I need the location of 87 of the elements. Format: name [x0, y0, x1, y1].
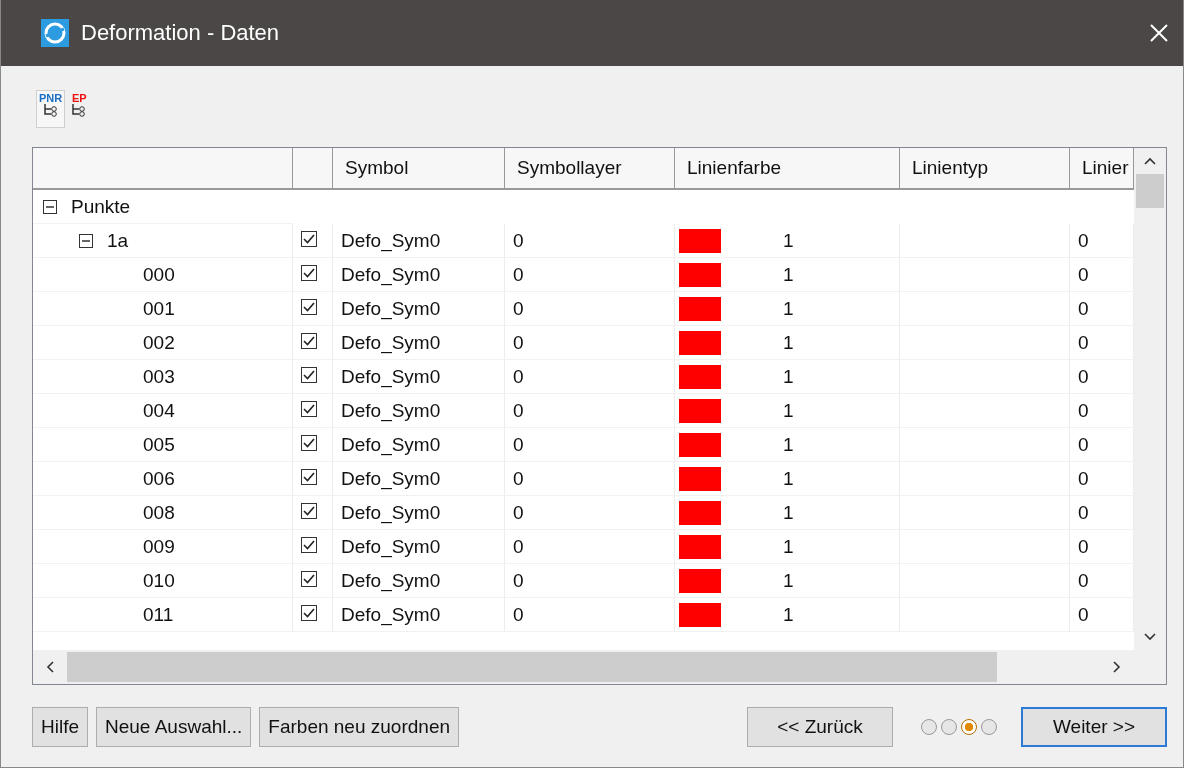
collapse-icon[interactable]	[43, 199, 57, 214]
table-cell: Defo_Sym0	[341, 331, 441, 354]
table-cell: 0	[513, 569, 524, 592]
tree-item[interactable]: 009	[143, 535, 175, 558]
back-button[interactable]: << Zurück	[747, 707, 893, 747]
app-logo-icon	[41, 19, 69, 47]
tree-item[interactable]: 010	[143, 569, 175, 592]
close-icon[interactable]	[1149, 23, 1169, 43]
table-cell: 1	[783, 501, 794, 524]
view-toggle-button[interactable]: PNR	[36, 90, 66, 128]
table-cell: Defo_Sym0	[341, 433, 441, 456]
table-cell: Defo_Sym0	[341, 603, 441, 626]
table-cell: Defo_Sym0	[341, 399, 441, 422]
tree-item[interactable]: 005	[143, 433, 175, 456]
table-cell: Defo_Sym0	[341, 467, 441, 490]
table-cell: Defo_Sym0	[341, 365, 441, 388]
page-indicator[interactable]	[961, 719, 977, 735]
scroll-thumb[interactable]	[1136, 174, 1164, 208]
table-cell: 0	[513, 535, 524, 558]
view-toggle-button[interactable]: EP	[67, 90, 92, 128]
column-header[interactable]: Symbollayer	[505, 148, 675, 188]
table-cell: 0	[513, 467, 524, 490]
tree-item[interactable]: 002	[143, 331, 175, 354]
table-cell: 1	[783, 263, 794, 286]
window-title: Deformation - Daten	[81, 20, 280, 46]
tree-icon	[41, 104, 60, 118]
table-cell: 1	[783, 365, 794, 388]
table-cell: 0	[513, 603, 524, 626]
table-cell: 1	[783, 229, 794, 252]
dialog-button[interactable]: Hilfe	[32, 707, 88, 747]
horizontal-scrollbar[interactable]	[33, 650, 1134, 684]
column-header[interactable]: Linientyp	[900, 148, 1070, 188]
tree-item[interactable]: 008	[143, 501, 175, 524]
tree-item[interactable]: 1a	[107, 229, 129, 252]
table-cell: Defo_Sym0	[341, 229, 441, 252]
table-cell: Defo_Sym0	[341, 297, 441, 320]
table-cell: 0	[1078, 365, 1089, 388]
table-cell: 0	[513, 263, 524, 286]
table-cell: 0	[1078, 467, 1089, 490]
table-cell: 1	[783, 399, 794, 422]
table-cell: 0	[1078, 569, 1089, 592]
table-cell: 1	[783, 535, 794, 558]
tree-item[interactable]: Punkte	[71, 195, 131, 218]
column-header[interactable]: Linienfarbe	[675, 148, 900, 188]
table-cell: 1	[783, 467, 794, 490]
table-cell: 0	[1078, 535, 1089, 558]
tree-item[interactable]: 000	[143, 263, 175, 286]
table-cell: 0	[513, 365, 524, 388]
collapse-icon[interactable]	[79, 233, 93, 248]
table-cell: 0	[1078, 263, 1089, 286]
table-cell: 0	[513, 229, 524, 252]
table-cell: 0	[513, 501, 524, 524]
column-header[interactable]: Symbol	[333, 148, 505, 188]
table-cell: 0	[1078, 433, 1089, 456]
tree-item[interactable]: 011	[143, 603, 174, 626]
table-cell: Defo_Sym0	[341, 535, 441, 558]
table-cell: 0	[1078, 297, 1089, 320]
table-cell: Defo_Sym0	[341, 263, 441, 286]
scroll-left-icon[interactable]	[45, 660, 55, 674]
scroll-thumb[interactable]	[67, 652, 997, 682]
dialog-button[interactable]: Neue Auswahl...	[96, 707, 252, 747]
table-cell: 0	[1078, 399, 1089, 422]
tree-item[interactable]: 003	[143, 365, 175, 388]
table-cell: 0	[1078, 501, 1089, 524]
table-cell: Defo_Sym0	[341, 501, 441, 524]
scroll-down-icon[interactable]	[1143, 632, 1157, 642]
next-button[interactable]: Weiter >>	[1021, 707, 1167, 747]
tree-item[interactable]: 006	[143, 467, 175, 490]
scroll-up-icon[interactable]	[1143, 156, 1157, 166]
table-cell: 1	[783, 331, 794, 354]
table-cell: 0	[513, 399, 524, 422]
table-cell: 0	[1078, 603, 1089, 626]
table-cell: 1	[783, 297, 794, 320]
table-cell: 1	[783, 433, 794, 456]
table-cell: 0	[513, 331, 524, 354]
table-cell: 0	[513, 433, 524, 456]
vertical-scrollbar[interactable]	[1134, 148, 1166, 650]
dialog-button[interactable]: Farben neu zuordnen	[259, 707, 459, 747]
table-cell: 1	[783, 603, 794, 626]
tree-item[interactable]: 004	[143, 399, 175, 422]
table-cell: Defo_Sym0	[341, 569, 441, 592]
table-cell: 0	[1078, 229, 1089, 252]
table-cell: 1	[783, 569, 794, 592]
table-cell: 0	[513, 297, 524, 320]
table-cell: 0	[1078, 331, 1089, 354]
scroll-right-icon[interactable]	[1112, 660, 1122, 674]
tree-item[interactable]: 001	[143, 297, 175, 320]
